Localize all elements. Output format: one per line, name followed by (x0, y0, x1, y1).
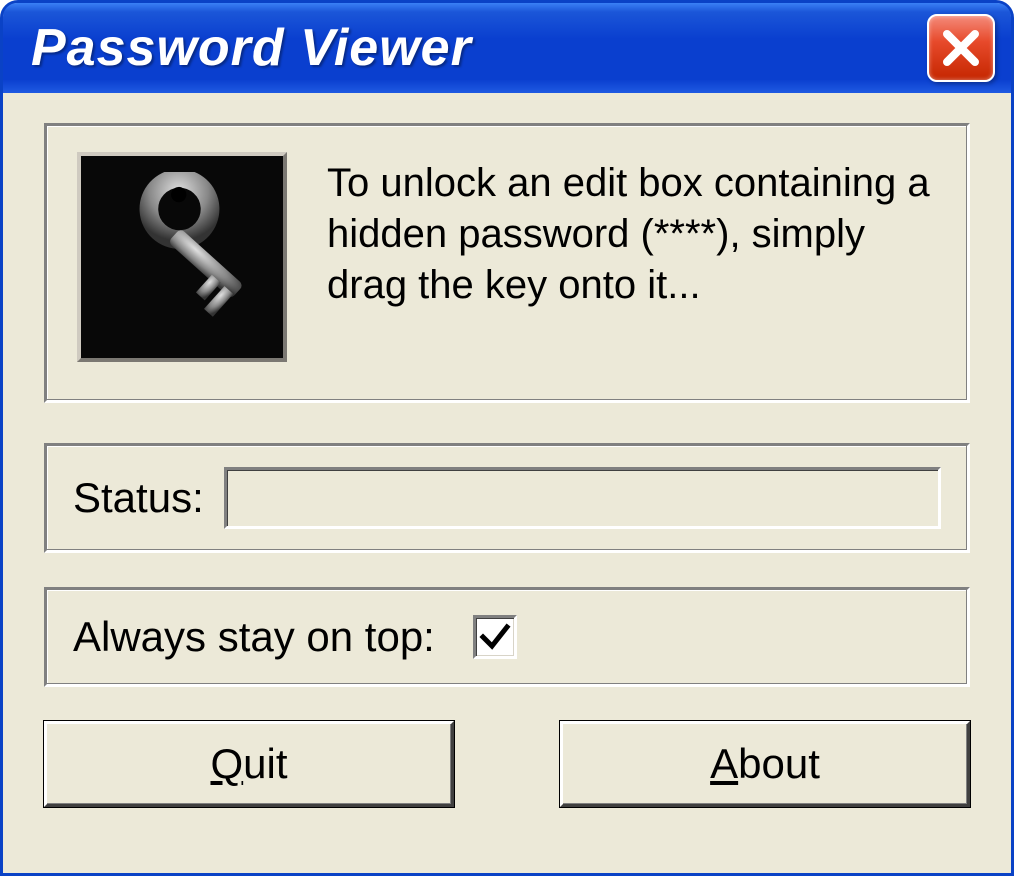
status-field (224, 467, 941, 529)
quit-button[interactable]: Quit (44, 721, 454, 807)
checkmark-icon (479, 621, 511, 653)
client-area: To unlock an edit box containing a hidde… (6, 93, 1008, 870)
key-icon (97, 172, 267, 342)
status-panel: Status: (44, 443, 970, 553)
close-icon (941, 28, 981, 68)
about-accel: A (710, 740, 738, 787)
always-on-top-label: Always stay on top: (73, 613, 435, 661)
always-on-top-checkbox[interactable] (473, 615, 517, 659)
key-drag-source[interactable] (77, 152, 287, 362)
instruction-panel: To unlock an edit box containing a hidde… (44, 123, 970, 403)
quit-rest: uit (243, 740, 287, 787)
button-row: Quit About (44, 721, 970, 807)
close-button[interactable] (927, 14, 995, 82)
about-rest: bout (738, 740, 820, 787)
dialog-window: Password Viewer (0, 0, 1014, 876)
status-label: Status: (73, 474, 204, 522)
title-bar[interactable]: Password Viewer (3, 3, 1011, 93)
about-button[interactable]: About (560, 721, 970, 807)
quit-accel: Q (210, 740, 243, 787)
instruction-text: To unlock an edit box containing a hidde… (327, 152, 937, 312)
window-title: Password Viewer (31, 18, 472, 78)
always-on-top-panel: Always stay on top: (44, 587, 970, 687)
